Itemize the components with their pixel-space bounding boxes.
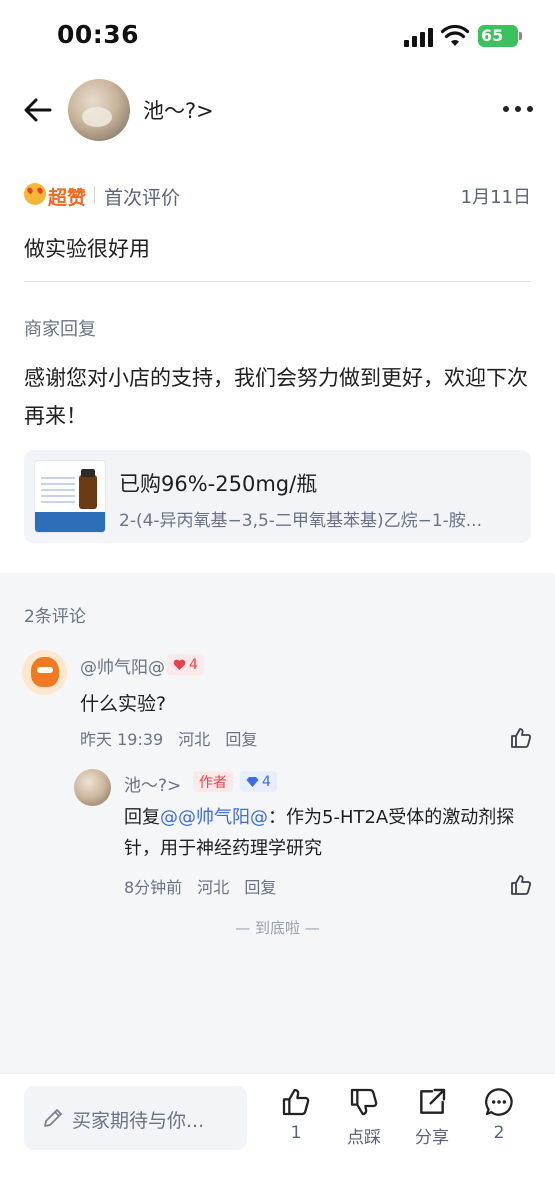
merchant-reply-text: 感谢您对小店的支持，我们会努力做到更好，欢迎下次再来！ xyxy=(24,366,528,428)
commenter-avatar[interactable] xyxy=(22,650,67,695)
review-text: 做实验很好用 xyxy=(24,237,150,261)
thumbs-up-icon xyxy=(282,1088,310,1116)
comment-meta: 8分钟前 河北 回复 xyxy=(124,874,286,898)
author-avatar[interactable] xyxy=(74,769,111,806)
wifi-icon xyxy=(441,24,469,46)
comment-location: 河北 xyxy=(197,878,230,897)
share-button[interactable]: 分享 xyxy=(402,1086,462,1156)
commenter-name[interactable]: @帅气阳@ xyxy=(80,653,165,678)
share-icon xyxy=(420,1088,446,1114)
signal-icon xyxy=(404,27,434,47)
review-type-label: 首次评价 xyxy=(104,187,181,209)
product-card[interactable]: 已购96%-250mg/瓶 2-(4-异丙氧基−3,5-二甲氧基苯基)乙烷−1-… xyxy=(24,450,531,543)
section-divider xyxy=(24,281,531,282)
reply-text: 回复@@帅气阳@：作为5-HT2A受体的激动剂探针，用于神经药理学研究 xyxy=(124,802,534,864)
nav-username[interactable]: 池～?> xyxy=(143,95,214,125)
battery-level: 65 xyxy=(481,26,504,45)
author-tag: 作者 xyxy=(193,771,233,792)
dislike-button[interactable]: 点踩 xyxy=(334,1086,394,1156)
pen-icon xyxy=(44,1109,62,1127)
level-value: 4 xyxy=(262,773,271,790)
end-of-list-marker: — 到底啦 — xyxy=(235,919,320,937)
review-date: 1月11日 xyxy=(460,187,531,208)
heart-eyes-emoji-icon xyxy=(24,183,46,205)
comment-count: 2 xyxy=(493,1123,505,1143)
comment-time: 昨天 19:39 xyxy=(80,730,164,749)
more-options-icon[interactable] xyxy=(503,103,535,115)
author-name[interactable]: 池～?> xyxy=(124,771,181,796)
thumbs-up-icon[interactable] xyxy=(509,873,533,897)
input-placeholder: 买家期待与你... xyxy=(72,1110,205,1132)
level-badge: 4 xyxy=(240,771,277,792)
heart-icon xyxy=(173,659,186,670)
product-title: 已购96%-250mg/瓶 xyxy=(119,472,318,496)
product-subtitle: 2-(4-异丙氧基−3,5-二甲氧基苯基)乙烷−1-胺... xyxy=(119,511,482,531)
product-thumbnail xyxy=(34,460,106,533)
level-value: 4 xyxy=(189,656,198,673)
like-count: 1 xyxy=(290,1123,302,1143)
back-arrow-icon[interactable] xyxy=(20,92,56,128)
comment-location: 河北 xyxy=(178,730,211,749)
comment-input[interactable]: 买家期待与你... xyxy=(24,1086,247,1150)
thumbs-down-icon xyxy=(350,1088,378,1116)
divider xyxy=(94,186,95,204)
user-avatar[interactable] xyxy=(68,79,130,141)
like-button[interactable]: 1 xyxy=(266,1086,326,1156)
comment-time: 8分钟前 xyxy=(124,878,183,897)
comment-meta: 昨天 19:39 河北 回复 xyxy=(80,726,267,750)
thumbs-up-icon[interactable] xyxy=(509,726,533,750)
comment-bubble-icon xyxy=(485,1088,513,1116)
comment-button[interactable]: 2 xyxy=(469,1086,529,1156)
dislike-label: 点踩 xyxy=(347,1128,381,1148)
share-label: 分享 xyxy=(415,1128,449,1148)
comment-text: 什么实验? xyxy=(80,693,167,715)
comments-count: 2条评论 xyxy=(24,607,86,627)
rating-badge: 超赞 xyxy=(48,187,87,209)
level-badge: 4 xyxy=(167,654,204,675)
status-time: 00:36 xyxy=(57,20,140,49)
mention-link[interactable]: @@帅气阳@ xyxy=(160,807,268,828)
merchant-reply-title: 商家回复 xyxy=(24,319,96,340)
reply-prefix: 回复 xyxy=(124,807,160,828)
battery-icon: 65 xyxy=(478,25,522,47)
reply-link[interactable]: 回复 xyxy=(225,730,257,749)
reply-link[interactable]: 回复 xyxy=(244,878,276,897)
status-bar: 00:36 65 xyxy=(0,0,555,72)
diamond-icon xyxy=(246,776,259,787)
